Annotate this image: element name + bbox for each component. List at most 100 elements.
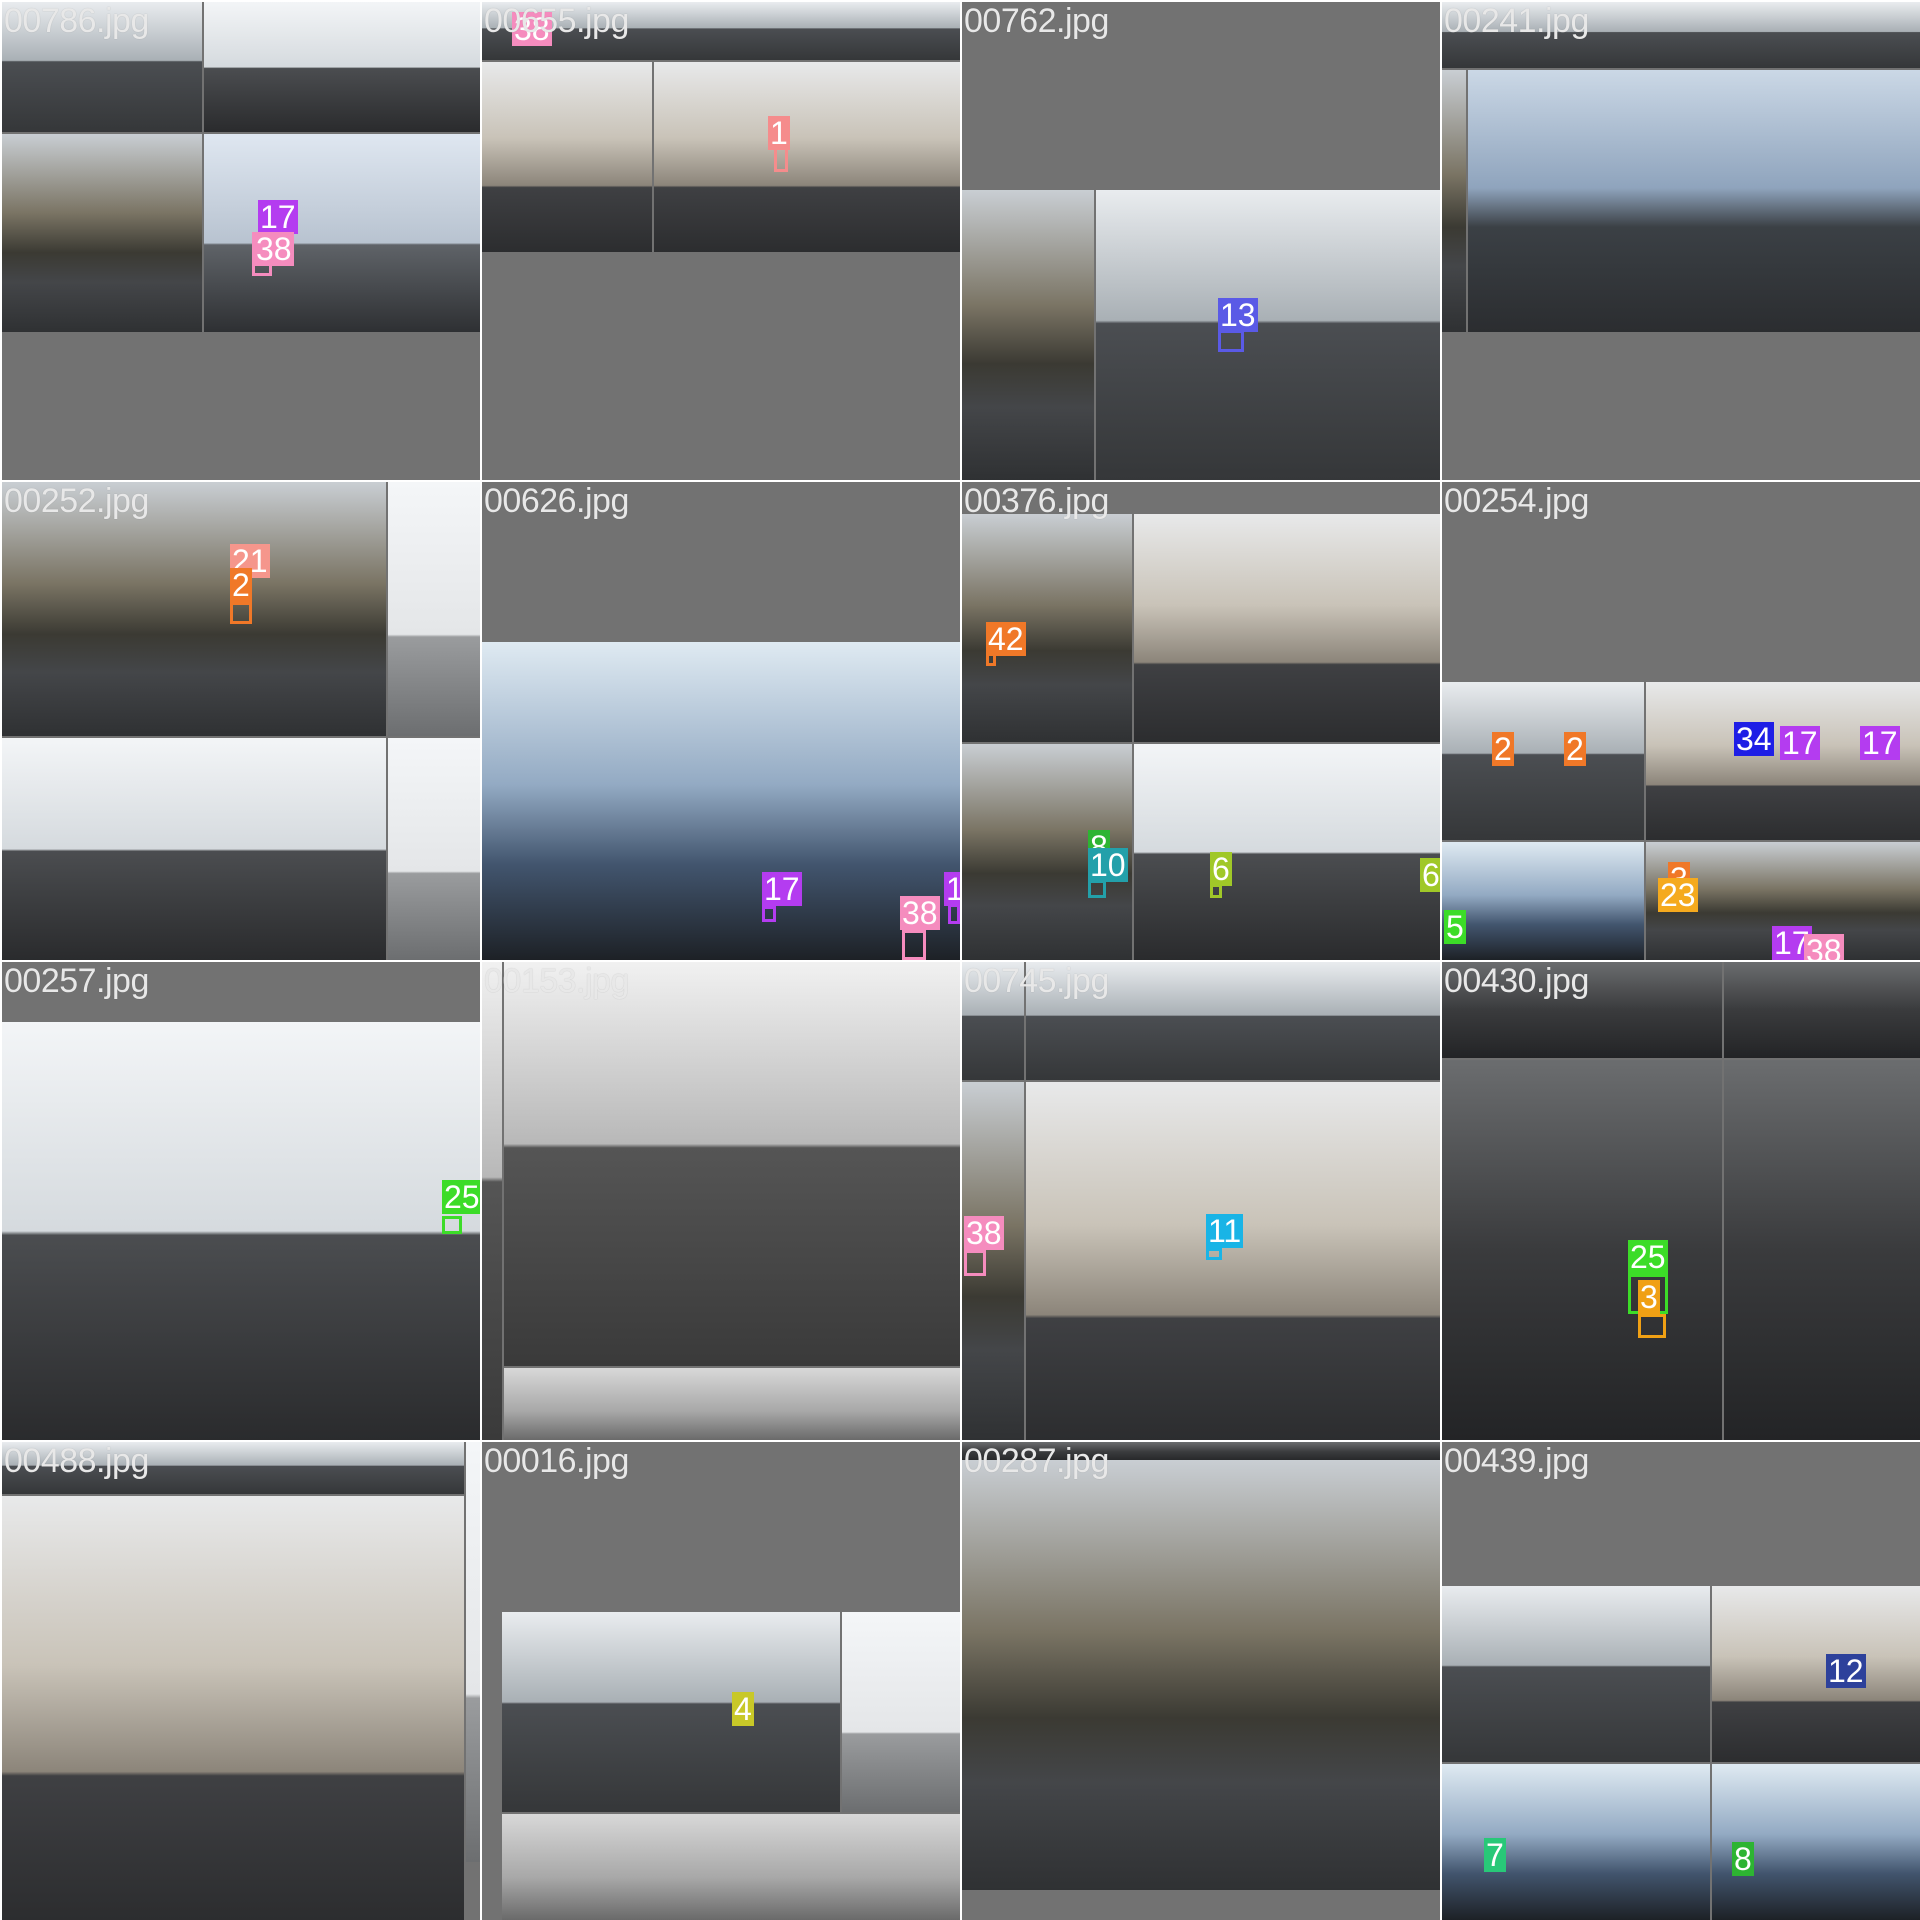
image-piece [482,62,652,252]
image-tile: 13 00762.jpg [962,2,1440,480]
image-tile: 42 8 10 6 6 00376.jpg [962,482,1440,960]
image-piece [1442,682,1644,840]
detection-label: 8 [1732,1841,1754,1877]
detection-box [1206,1248,1222,1260]
detection-label: 12 [1826,1653,1866,1689]
detection-label: 6 [1420,857,1440,893]
detection-label: 10 [1088,847,1128,883]
image-tile: 00241.jpg [1442,2,1920,480]
detection-label: 2 [230,567,252,603]
image-tile: 00153.jpg [482,962,960,1440]
detection-box [1218,330,1244,352]
image-piece [2,134,202,332]
image-piece [1134,514,1440,742]
image-piece [388,738,480,960]
detection-box [442,1216,462,1234]
tile-filename: 00786.jpg [4,2,149,40]
image-piece [2,482,386,736]
image-piece [1724,962,1920,1058]
detection-label: 4 [732,1691,754,1727]
image-piece [1442,842,1644,960]
tile-filename: 00626.jpg [484,482,629,520]
tile-filename: 00376.jpg [964,482,1109,520]
image-tile: 21 2 00252.jpg [2,482,480,960]
image-tile: 17 38 17 00626.jpg [482,482,960,960]
image-piece [962,1460,1440,1890]
image-piece [1468,70,1920,332]
detection-label: 17 [1780,725,1820,761]
image-piece [204,2,480,132]
detection-label: 1 [768,115,790,151]
detection-label: 2 [1564,731,1586,767]
detection-box [1638,1314,1666,1338]
image-piece [502,1814,960,1920]
detection-label: 13 [1218,297,1258,333]
image-tile: 12 7 8 00439.jpg [1442,1442,1920,1920]
detection-label: 38 [1804,934,1844,960]
detection-label: 38 [900,895,940,931]
image-piece [504,1368,960,1440]
image-piece [482,642,960,960]
detection-box [948,904,960,924]
tile-filename: 00153.jpg [484,962,629,1000]
image-tile: 25 3 00430.jpg [1442,962,1920,1440]
image-piece [482,962,502,1440]
image-piece [466,1442,480,1862]
tile-filename: 00241.jpg [1444,2,1589,40]
image-piece [962,190,1094,480]
image-piece [388,482,480,736]
image-piece [2,738,386,960]
image-tile: 00488.jpg [2,1442,480,1920]
image-tile: 4 00016.jpg [482,1442,960,1920]
tile-filename: 00257.jpg [4,962,149,1000]
detection-label: 7 [1484,1837,1506,1873]
image-tile: 38 1 00655.jpg [482,2,960,480]
detection-label: 17 [762,871,802,907]
image-piece [2,1022,480,1440]
tile-filename: 00287.jpg [964,1442,1109,1480]
detection-label: 38 [964,1215,1004,1251]
detection-label: 25 [442,1179,480,1215]
detection-label: 38 [254,231,294,267]
image-piece [654,62,960,252]
image-piece [504,962,960,1366]
image-piece [1712,1586,1920,1762]
image-tile: 00287.jpg [962,1442,1440,1920]
tile-filename: 00439.jpg [1444,1442,1589,1480]
tile-filename: 00488.jpg [4,1442,149,1480]
image-piece [2,1496,464,1920]
image-piece [842,1612,960,1812]
detection-label: 2 [1492,731,1514,767]
detection-label: 17 [1860,725,1900,761]
image-tile: 25 00257.jpg [2,962,480,1440]
image-piece [204,134,480,332]
image-piece [1134,744,1440,960]
image-piece [1096,190,1440,480]
tile-filename: 00762.jpg [964,2,1109,40]
detection-label: 5 [1444,909,1466,945]
image-piece [1442,1060,1722,1440]
tile-filename: 00252.jpg [4,482,149,520]
image-piece [1026,1082,1440,1440]
image-piece [502,1612,840,1812]
detection-box [762,906,776,922]
detection-box [902,930,926,960]
detection-label: 17 [258,199,298,235]
detection-label: 3 [1638,1279,1660,1315]
tile-filename: 00655.jpg [484,2,629,40]
detection-label: 25 [1628,1239,1668,1275]
image-piece [1724,1060,1920,1440]
tile-filename: 00745.jpg [964,962,1109,1000]
detection-label: 17 [944,872,960,906]
image-tile: 38 11 00745.jpg [962,962,1440,1440]
image-piece [1646,682,1920,840]
detection-box [230,602,252,624]
detection-label: 6 [1210,851,1232,887]
image-tile: 2 2 34 17 17 5 3 23 17 38 00254.jpg [1442,482,1920,960]
image-tile: 17 38 00786.jpg [2,2,480,480]
detection-label: 34 [1734,721,1774,757]
tile-filename: 00254.jpg [1444,482,1589,520]
image-piece [1442,1586,1710,1762]
detection-label: 11 [1206,1213,1244,1249]
mosaic-grid: 17 38 00786.jpg 38 1 00655.jpg 13 00762.… [0,0,1920,1920]
